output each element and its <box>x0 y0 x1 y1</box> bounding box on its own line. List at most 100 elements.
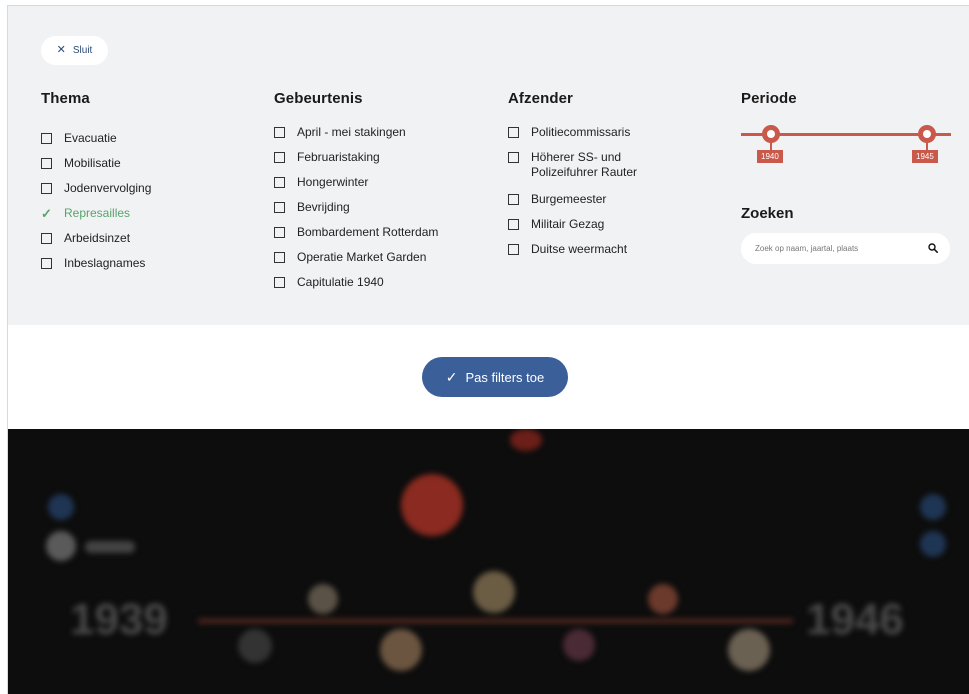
checkbox[interactable] <box>274 177 285 188</box>
event-dot <box>48 494 74 520</box>
option-label: Operatie Market Garden <box>297 250 427 264</box>
checkbox[interactable] <box>508 152 519 163</box>
checkbox[interactable] <box>41 233 52 244</box>
periode-column: Periode 1940 1945 Zoeken <box>741 90 961 264</box>
gebeurtenis-option-februaristaking[interactable]: Februaristaking <box>274 150 484 165</box>
afzender-title: Afzender <box>508 90 573 107</box>
close-icon: ✕ <box>56 44 66 56</box>
gebeurtenis-option-hongerwinter[interactable]: Hongerwinter <box>274 175 484 190</box>
checkbox[interactable] <box>274 277 285 288</box>
option-label: Arbeidsinzet <box>64 231 131 245</box>
timeline-axis <box>198 619 793 623</box>
period-end-handle[interactable] <box>918 125 936 143</box>
gebeurtenis-option-capitulatie-1940[interactable]: Capitulatie 1940 <box>274 275 484 290</box>
event-dot <box>238 629 272 663</box>
option-label: Politiecommissaris <box>531 125 631 139</box>
afzender-option-rauter[interactable]: Höherer SS- und Polizeifuhrer Rauter <box>508 150 718 180</box>
gebeurtenis-column: Gebeurtenis April - mei stakingen Februa… <box>274 90 484 300</box>
option-label: April - mei stakingen <box>297 125 406 139</box>
option-label: Duitse weermacht <box>531 242 628 256</box>
checkbox[interactable] <box>508 127 519 138</box>
gebeurtenis-option-bombardement-rotterdam[interactable]: Bombardement Rotterdam <box>274 225 484 240</box>
close-label: Sluit <box>72 45 93 56</box>
option-label: Höherer SS- und Polizeifuhrer Rauter <box>531 150 638 179</box>
event-dot <box>380 629 422 671</box>
checkbox[interactable] <box>274 202 285 213</box>
option-label: Mobilisatie <box>64 156 121 170</box>
filter-panel: ✕ Sluit Thema Evacuatie Mobilisatie Jode… <box>8 6 969 325</box>
afzender-column: Afzender Politiecommissaris Höherer SS- … <box>508 90 718 267</box>
checkbox[interactable] <box>41 183 52 194</box>
checkbox[interactable] <box>41 158 52 169</box>
app-frame: ✕ Sluit Thema Evacuatie Mobilisatie Jode… <box>7 5 969 694</box>
event-dot <box>920 531 946 557</box>
option-label: Bombardement Rotterdam <box>297 225 439 239</box>
zoeken-title: Zoeken <box>741 205 794 222</box>
event-dot <box>920 494 946 520</box>
afzender-option-burgemeester[interactable]: Burgemeester <box>508 192 718 207</box>
checkbox[interactable] <box>274 252 285 263</box>
thema-option-jodenvervolging[interactable]: Jodenvervolging <box>41 181 241 196</box>
checkbox[interactable] <box>274 152 285 163</box>
event-dot <box>648 584 678 614</box>
thema-option-inbeslagnames[interactable]: Inbeslagnames <box>41 256 241 271</box>
option-label: Evacuatie <box>64 131 117 145</box>
period-slider[interactable]: 1940 1945 <box>741 121 951 181</box>
gebeurtenis-option-april-mei-stakingen[interactable]: April - mei stakingen <box>274 125 484 140</box>
option-label: Inbeslagnames <box>64 256 146 270</box>
checkmark-icon[interactable]: ✓ <box>41 206 52 221</box>
thema-title: Thema <box>41 90 90 107</box>
event-dot <box>401 474 463 536</box>
option-label: Februaristaking <box>297 150 380 164</box>
timeline-start-year: 1939 <box>70 595 168 644</box>
period-end-label: 1945 <box>912 150 938 163</box>
event-dot <box>563 629 595 661</box>
event-dot <box>728 629 770 671</box>
apply-filters-button[interactable]: ✓ Pas filters toe <box>422 357 568 397</box>
checkbox[interactable] <box>508 244 519 255</box>
checkbox[interactable] <box>274 227 285 238</box>
checkmark-icon: ✓ <box>445 368 458 385</box>
event-label-placeholder <box>85 541 135 553</box>
search-input[interactable] <box>741 233 921 264</box>
checkbox[interactable] <box>274 127 285 138</box>
apply-filters-label: Pas filters toe <box>465 369 545 385</box>
event-dot <box>510 429 542 451</box>
periode-title: Periode <box>741 90 797 107</box>
option-label: Hongerwinter <box>297 175 369 189</box>
thema-option-evacuatie[interactable]: Evacuatie <box>41 131 241 146</box>
thema-column: Thema Evacuatie Mobilisatie Jodenvervolg… <box>41 90 241 281</box>
thema-option-arbeidsinzet[interactable]: Arbeidsinzet <box>41 231 241 246</box>
thema-option-represailles[interactable]: ✓ Represailles <box>41 206 241 221</box>
option-label: Jodenvervolging <box>64 181 152 195</box>
afzender-option-politiecommissaris[interactable]: Politiecommissaris <box>508 125 718 140</box>
close-button[interactable]: ✕ Sluit <box>41 36 108 65</box>
gebeurtenis-title: Gebeurtenis <box>274 90 363 107</box>
search-icon[interactable] <box>928 243 938 253</box>
checkbox[interactable] <box>508 219 519 230</box>
period-start-label: 1940 <box>757 150 783 163</box>
event-dot <box>473 571 515 613</box>
afzender-option-militair-gezag[interactable]: Militair Gezag <box>508 217 718 232</box>
search-box <box>741 233 950 264</box>
option-label: Capitulatie 1940 <box>297 275 384 289</box>
gebeurtenis-option-operatie-market-garden[interactable]: Operatie Market Garden <box>274 250 484 265</box>
checkbox[interactable] <box>508 194 519 205</box>
period-end-stem <box>926 142 928 150</box>
period-start-stem <box>770 142 772 150</box>
blurred-timeline: 1939 1946 <box>8 429 969 694</box>
thema-option-mobilisatie[interactable]: Mobilisatie <box>41 156 241 171</box>
event-dot <box>46 531 76 561</box>
checkbox[interactable] <box>41 258 52 269</box>
afzender-option-duitse-weermacht[interactable]: Duitse weermacht <box>508 242 718 257</box>
option-label: Burgemeester <box>531 192 607 206</box>
period-start-handle[interactable] <box>762 125 780 143</box>
option-label: Militair Gezag <box>531 217 605 231</box>
timeline-end-year: 1946 <box>806 595 904 644</box>
event-dot <box>308 584 338 614</box>
gebeurtenis-option-bevrijding[interactable]: Bevrijding <box>274 200 484 215</box>
option-label: Bevrijding <box>297 200 350 214</box>
checkbox[interactable] <box>41 133 52 144</box>
apply-zone: ✓ Pas filters toe <box>8 325 969 429</box>
option-label: Represailles <box>64 206 131 220</box>
